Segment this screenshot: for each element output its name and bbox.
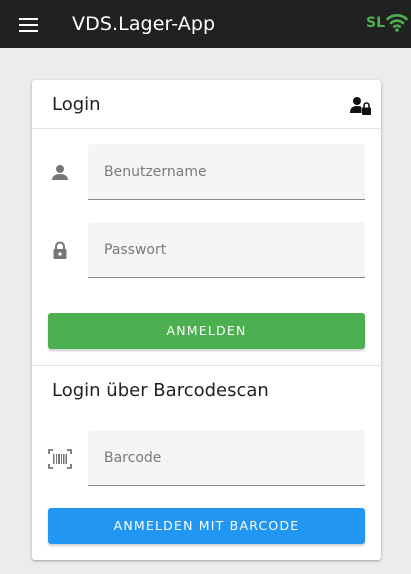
section-divider — [32, 365, 381, 366]
lock-icon — [53, 241, 67, 259]
barcode-scan-icon — [48, 449, 72, 469]
wifi-icon — [386, 14, 408, 32]
login-card: Login ANMELDEN Login über Barcodescan AN… — [32, 80, 381, 560]
login-button[interactable]: ANMELDEN — [48, 313, 365, 349]
password-input[interactable] — [104, 240, 354, 260]
person-icon — [52, 165, 68, 180]
barcode-section-title: Login über Barcodescan — [52, 380, 269, 401]
title-divider — [32, 128, 381, 129]
app-title: VDS.Lager-App — [72, 13, 216, 35]
status-indicator: SL — [366, 15, 386, 31]
username-input[interactable] — [104, 162, 354, 182]
barcode-field[interactable] — [88, 430, 365, 486]
password-field[interactable] — [88, 222, 365, 278]
login-title: Login — [52, 94, 101, 115]
username-field[interactable] — [88, 144, 365, 200]
barcode-login-button[interactable]: ANMELDEN MIT BARCODE — [48, 508, 365, 544]
barcode-input[interactable] — [104, 448, 354, 468]
app-bar: VDS.Lager-App SL — [0, 0, 411, 48]
hamburger-menu-icon[interactable] — [19, 18, 38, 32]
user-lock-icon — [350, 97, 371, 115]
